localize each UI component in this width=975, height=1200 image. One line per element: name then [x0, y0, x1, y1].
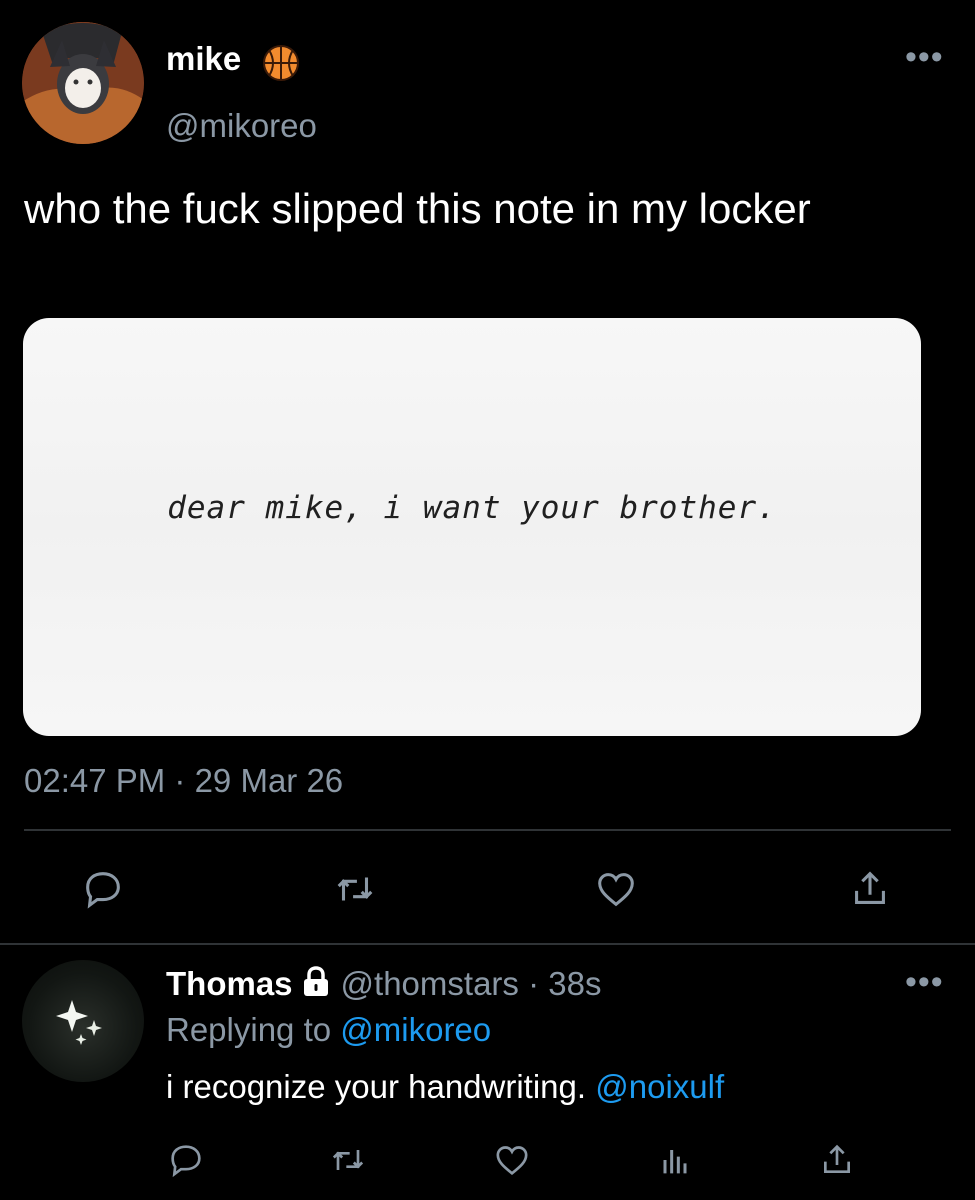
- more-options-icon[interactable]: •••: [905, 40, 944, 74]
- reply-analytics-button[interactable]: [653, 1138, 697, 1182]
- tweet-image[interactable]: dear mike, i want your brother.: [23, 318, 921, 736]
- reply-retweet-button[interactable]: [326, 1138, 370, 1182]
- basketball-emoji-icon: [263, 45, 299, 81]
- reply-icon: [86, 872, 120, 909]
- reply-icon: [171, 1145, 201, 1178]
- divider: [24, 829, 951, 831]
- like-icon: [598, 873, 634, 907]
- like-button[interactable]: [591, 864, 641, 914]
- reply-reply-button[interactable]: [164, 1138, 208, 1182]
- divider: [0, 943, 975, 945]
- reply-author-avatar[interactable]: [22, 960, 144, 1082]
- timestamp-separator: ·: [165, 762, 195, 799]
- reply-author-handle[interactable]: @thomstars: [341, 965, 519, 1002]
- retweet-icon: [337, 877, 373, 901]
- share-icon: [824, 1144, 850, 1173]
- share-icon: [855, 871, 885, 904]
- reply-body: i recognize your handwriting.: [166, 1068, 596, 1105]
- analytics-icon: [663, 1150, 687, 1174]
- like-icon: [496, 1146, 528, 1176]
- tweet-date: 29 Mar 26: [194, 762, 344, 799]
- replying-to: Replying to @mikoreo: [166, 1011, 491, 1049]
- reply-age[interactable]: 38s: [548, 965, 601, 1002]
- author-name[interactable]: mike: [166, 40, 241, 78]
- reply-button[interactable]: [78, 864, 128, 914]
- sparkles-icon: [56, 1000, 102, 1045]
- replying-to-handle[interactable]: @mikoreo: [340, 1011, 491, 1048]
- note-handwriting: dear mike, i want your brother.: [167, 490, 777, 526]
- protected-lock-icon: [301, 966, 331, 1006]
- tweet-timestamp[interactable]: 02:47 PM · 29 Mar 26: [24, 762, 343, 800]
- reply-share-button[interactable]: [815, 1138, 859, 1182]
- tweet-time: 02:47 PM: [24, 762, 166, 799]
- reply-more-options-icon[interactable]: •••: [905, 965, 944, 999]
- replying-to-label: Replying to: [166, 1011, 341, 1048]
- share-button[interactable]: [845, 864, 895, 914]
- reply-separator: ·: [518, 965, 549, 1002]
- author-handle[interactable]: @mikoreo: [166, 107, 317, 145]
- author-avatar[interactable]: [22, 22, 144, 144]
- reply-mention[interactable]: @noixulf: [595, 1068, 724, 1105]
- reply-text: i recognize your handwriting. @noixulf: [166, 1068, 724, 1106]
- tweet-text: who the fuck slipped this note in my loc…: [24, 185, 811, 232]
- reply-like-button[interactable]: [490, 1138, 534, 1182]
- retweet-icon: [332, 1150, 364, 1170]
- retweet-button[interactable]: [330, 864, 380, 914]
- reply-header: Thomas @thomstars · 38s: [166, 965, 601, 1006]
- reply-author-name[interactable]: Thomas: [166, 965, 293, 1002]
